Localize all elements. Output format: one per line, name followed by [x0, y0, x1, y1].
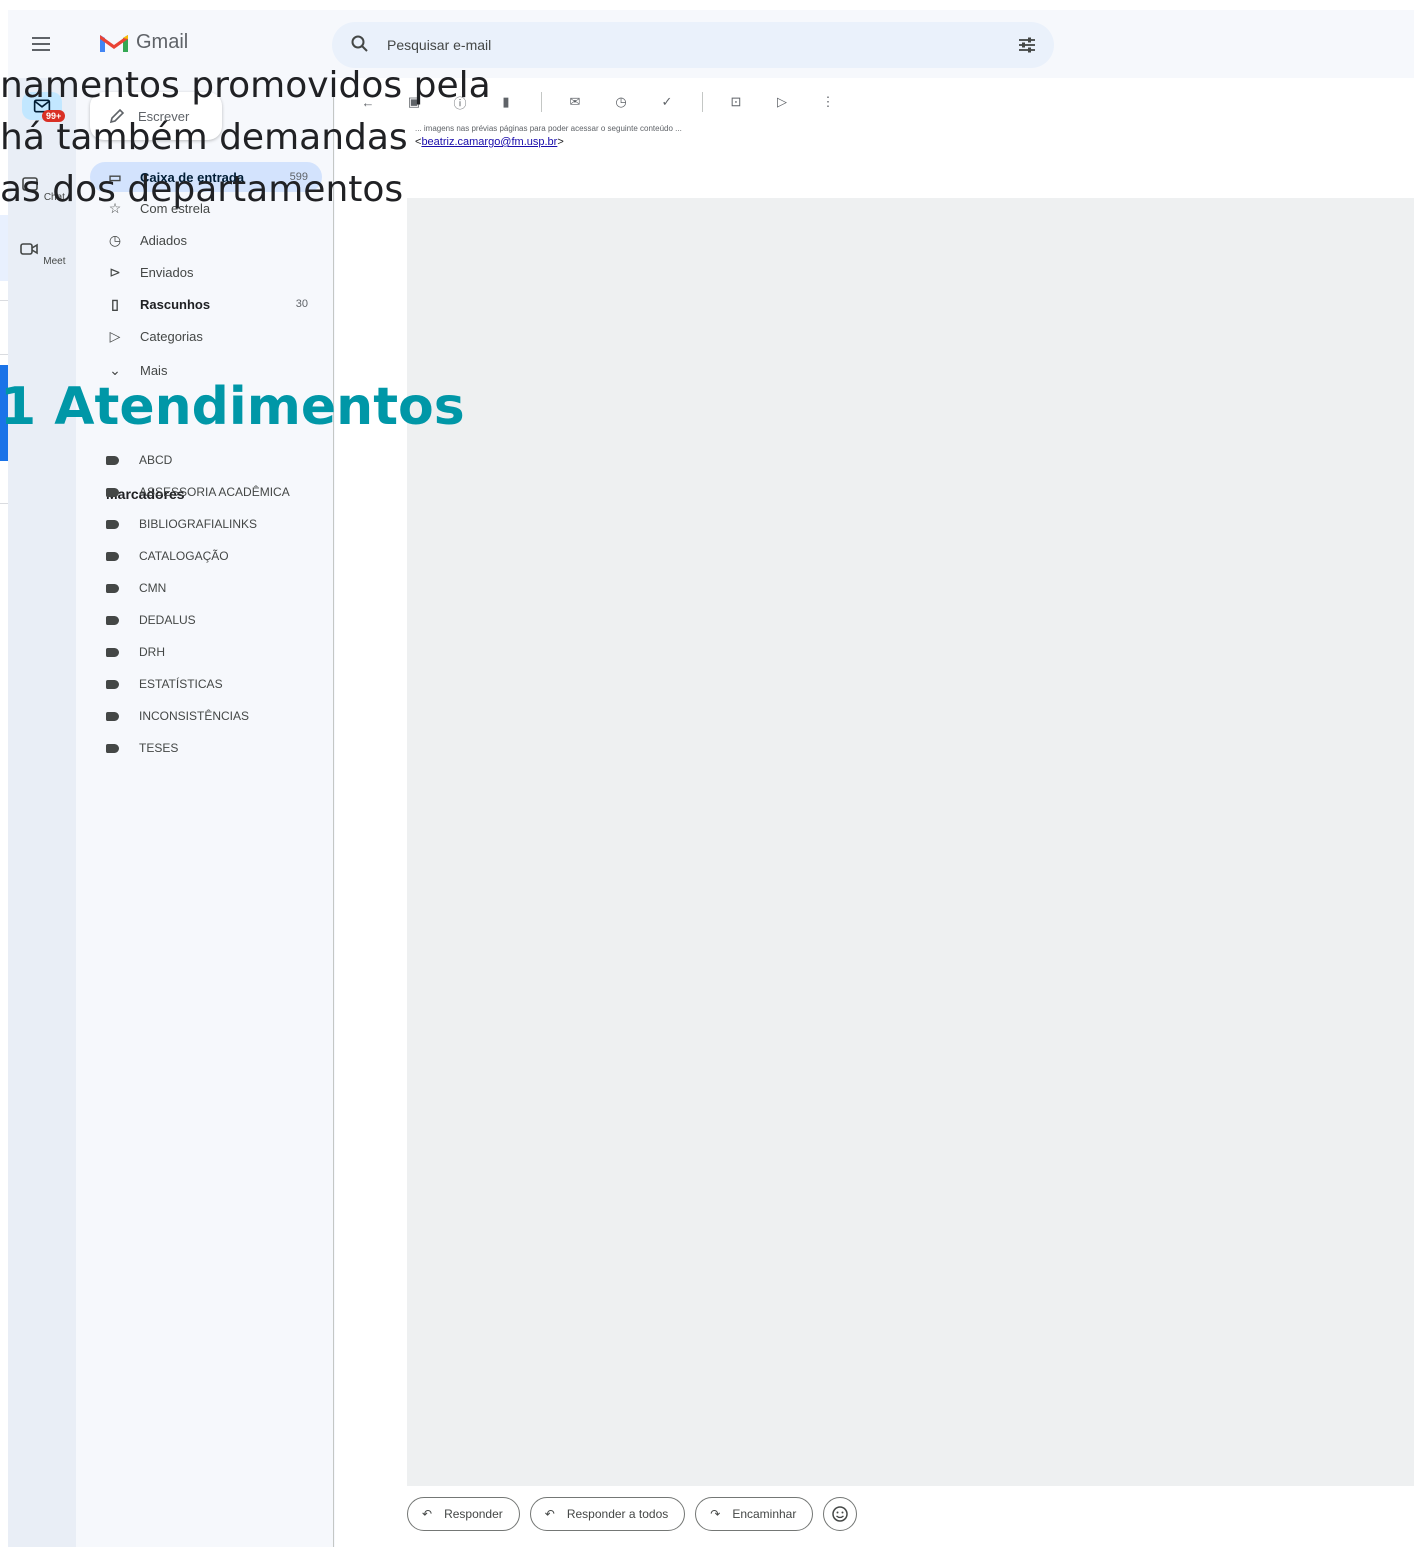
- overlay-line: as dos departamentos: [0, 169, 404, 210]
- label-item[interactable]: ASSESSORIA ACADÊMICA: [106, 480, 290, 504]
- clock-icon: ◷: [108, 231, 122, 248]
- message-toolbar: ← ▣ ⓘ ▮ ✉ ◷ ✓ ⊡ ▷ ⋮: [335, 78, 1414, 126]
- sidebar-item-label: Rascunhos: [140, 296, 211, 312]
- label-item[interactable]: INCONSISTÊNCIAS: [106, 704, 249, 728]
- label-icon: [106, 455, 119, 465]
- message-pane: ← ▣ ⓘ ▮ ✉ ◷ ✓ ⊡ ▷ ⋮ ... imagens nas prév…: [335, 78, 1414, 1547]
- underlying-divider: [0, 503, 8, 504]
- underlying-page-panel: [0, 215, 8, 281]
- label-icon: [106, 743, 119, 753]
- overlay-line: namentos promovidos pela: [0, 65, 491, 106]
- search-input[interactable]: [387, 34, 987, 56]
- move-to-icon[interactable]: ⊡: [725, 91, 747, 113]
- underlying-divider: [0, 300, 8, 301]
- forward-icon: ↷: [710, 1507, 721, 1521]
- gmail-m-icon: [100, 35, 128, 52]
- reply-all-icon: ↶: [544, 1507, 555, 1521]
- email-suffix: >: [557, 136, 564, 148]
- gmail-window: Gmail Pesquisar e-mail 99+ Chat Meet Esc…: [8, 10, 1414, 1547]
- sidebar-item-categories[interactable]: ▷ Categorias: [90, 321, 322, 351]
- overlay-slide-title: 1 Atendimentos: [0, 377, 465, 437]
- draft-icon: ▯: [111, 295, 119, 312]
- label-icon: [106, 583, 119, 593]
- emoji-reaction-button[interactable]: [823, 1497, 858, 1531]
- sidebar-item-drafts[interactable]: ▯ Rascunhos 30: [90, 289, 322, 319]
- delete-icon[interactable]: ▮: [495, 91, 517, 113]
- image-preview-area: [407, 198, 1414, 1486]
- label-icon[interactable]: ▷: [771, 91, 793, 113]
- reply-bar: ↶ Responder ↶ Responder a todos ↷ Encami…: [407, 1497, 858, 1531]
- label-item[interactable]: ESTATÍSTICAS: [106, 672, 223, 696]
- label-name: ABCD: [139, 453, 173, 467]
- reply-button[interactable]: ↶ Responder: [407, 1497, 520, 1531]
- label-name: DEDALUS: [139, 613, 196, 627]
- rail-meet-label: Meet: [43, 256, 66, 267]
- label-name: INCONSISTÊNCIAS: [139, 709, 250, 723]
- label-name: ESTATÍSTICAS: [139, 677, 223, 691]
- label-item[interactable]: DEDALUS: [106, 608, 196, 632]
- smiley-icon: [832, 1506, 849, 1522]
- main-menu-icon[interactable]: [30, 34, 52, 54]
- mark-unread-icon[interactable]: ✉: [564, 91, 586, 113]
- gmail-logo[interactable]: Gmail: [98, 30, 188, 54]
- search-options-icon[interactable]: [1016, 34, 1038, 56]
- rail-meet[interactable]: Meet: [8, 238, 76, 267]
- overlay-line: há também demandas: [0, 117, 408, 158]
- sidebar-item-count: 30: [295, 298, 308, 310]
- add-task-icon[interactable]: ✓: [656, 91, 678, 113]
- forward-label: Encaminhar: [732, 1507, 797, 1521]
- gmail-logo-text: Gmail: [136, 30, 189, 53]
- label-name: ASSESSORIA ACADÊMICA: [139, 485, 290, 499]
- sidebar: Escrever ▭ Caixa de entrada 599 ☆ Com es…: [76, 78, 334, 1547]
- reply-icon: ↶: [422, 1507, 433, 1521]
- search-icon[interactable]: [350, 34, 370, 54]
- sidebar-item-sent[interactable]: ⊳ Enviados: [90, 257, 322, 287]
- reply-all-button[interactable]: ↶ Responder a todos: [529, 1497, 686, 1531]
- label-name: DRH: [139, 645, 165, 659]
- label-item[interactable]: CATALOGAÇÃO: [106, 544, 229, 568]
- sidebar-item-label: Categorias: [140, 328, 203, 344]
- snooze-icon[interactable]: ◷: [610, 91, 632, 113]
- label-icon: [106, 551, 119, 561]
- overlay-slide-text: namentos promovidos pela há também deman…: [0, 60, 491, 216]
- video-camera-icon: [20, 243, 39, 255]
- toolbar-divider: [541, 92, 542, 112]
- label-item[interactable]: ABCD: [106, 448, 172, 472]
- reply-label: Responder: [444, 1507, 503, 1521]
- more-vert-icon[interactable]: ⋮: [817, 91, 839, 113]
- label-item[interactable]: TESES: [106, 736, 178, 760]
- send-icon: ⊳: [109, 263, 121, 280]
- nav-rail: 99+ Chat Meet: [8, 78, 76, 1547]
- label-name: TESES: [139, 741, 179, 755]
- label-icon: [106, 487, 119, 497]
- sidebar-item-snoozed[interactable]: ◷ Adiados: [90, 225, 322, 255]
- label-item[interactable]: CMN: [106, 576, 166, 600]
- label-icon: [106, 711, 119, 721]
- sidebar-item-label: Mais: [140, 362, 168, 378]
- label-icon: [106, 679, 119, 689]
- sidebar-item-label: Enviados: [140, 264, 194, 280]
- label-name: CMN: [139, 581, 167, 595]
- sidebar-item-label: Adiados: [140, 232, 187, 248]
- label-icon: [106, 647, 119, 657]
- toolbar-divider: [702, 92, 703, 112]
- label-name: BIBLIOGRAFIALINKS: [139, 517, 258, 531]
- underlying-divider: [0, 354, 8, 355]
- label-name: CATALOGAÇÃO: [139, 549, 229, 563]
- forward-button[interactable]: ↷ Encaminhar: [695, 1497, 814, 1531]
- label-outline-icon: ▷: [109, 327, 121, 344]
- label-icon: [106, 519, 119, 529]
- reply-all-label: Responder a todos: [566, 1507, 669, 1521]
- label-item[interactable]: BIBLIOGRAFIALINKS: [106, 512, 257, 536]
- label-item[interactable]: DRH: [106, 640, 165, 664]
- label-icon: [106, 615, 119, 625]
